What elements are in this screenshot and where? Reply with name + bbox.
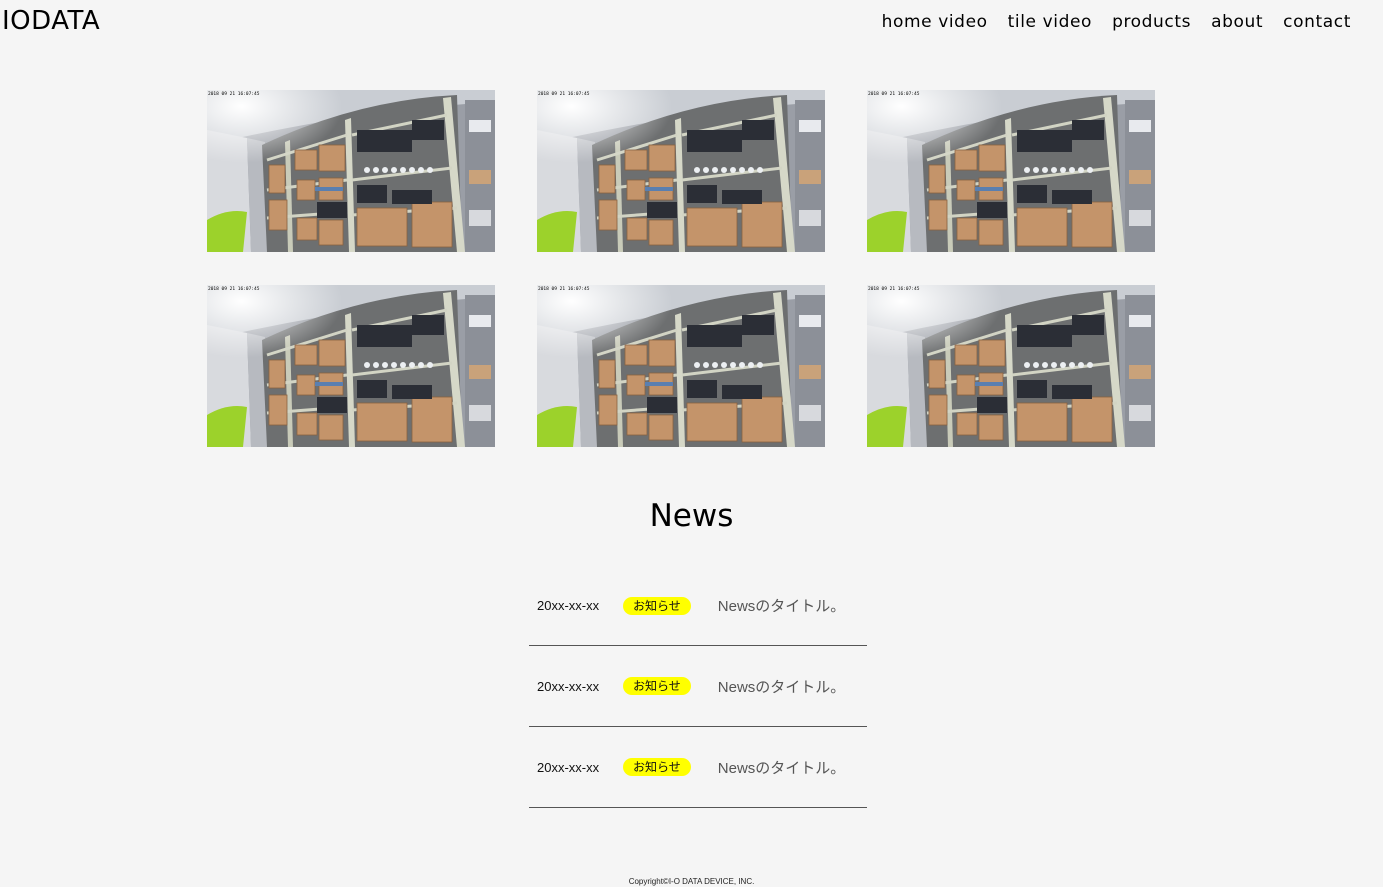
video-tile-grid: 2018 09 21 16:07:45 2018 09 21 16:07:45 … (207, 90, 1155, 447)
nav-home-video[interactable]: home video (882, 12, 988, 32)
camera-frame-image: 2018 09 21 16:07:45 (207, 285, 495, 447)
news-heading: News (649, 498, 734, 534)
camera-frame-image: 2018 09 21 16:07:45 (207, 90, 495, 252)
news-list: 20xx-xx-xx お知らせ Newsのタイトル。 20xx-xx-xx お知… (529, 566, 867, 808)
video-tile[interactable]: 2018 09 21 16:07:45 (207, 285, 495, 447)
camera-timestamp: 2018 09 21 16:07:45 (868, 91, 920, 97)
camera-frame-image: 2018 09 21 16:07:45 (537, 90, 825, 252)
page: IODATA home video tile video products ab… (0, 0, 1383, 887)
nav-about[interactable]: about (1211, 12, 1263, 32)
camera-frame-image: 2018 09 21 16:07:45 (867, 90, 1155, 252)
camera-timestamp: 2018 09 21 16:07:45 (208, 91, 260, 97)
news-item[interactable]: 20xx-xx-xx お知らせ Newsのタイトル。 (529, 566, 867, 646)
news-headline: Newsのタイトル。 (717, 678, 846, 696)
news-headline: Newsのタイトル。 (717, 598, 846, 615)
main-nav: home video tile video products about con… (882, 12, 1351, 32)
news-date: 20xx-xx-xx (537, 678, 600, 694)
camera-timestamp: 2018 09 21 16:07:45 (208, 286, 260, 292)
nav-contact[interactable]: contact (1283, 12, 1351, 32)
site-logo[interactable]: IODATA (2, 6, 100, 36)
news-date: 20xx-xx-xx (537, 759, 600, 775)
video-tile[interactable]: 2018 09 21 16:07:45 (537, 285, 825, 447)
news-date: 20xx-xx-xx (537, 598, 600, 613)
nav-tile-video[interactable]: tile video (1008, 12, 1092, 32)
nav-products[interactable]: products (1112, 12, 1191, 32)
news-tag-badge: お知らせ (623, 758, 691, 776)
camera-frame-image: 2018 09 21 16:07:45 (537, 285, 825, 447)
news-tag-badge: お知らせ (623, 677, 691, 695)
video-tile[interactable]: 2018 09 21 16:07:45 (207, 90, 495, 252)
camera-timestamp: 2018 09 21 16:07:45 (868, 286, 920, 292)
news-item[interactable]: 20xx-xx-xx お知らせ Newsのタイトル。 (529, 646, 867, 727)
news-tag-badge: お知らせ (623, 596, 691, 615)
news-item[interactable]: 20xx-xx-xx お知らせ Newsのタイトル。 (529, 727, 867, 808)
camera-timestamp: 2018 09 21 16:07:45 (538, 286, 590, 292)
camera-frame-image: 2018 09 21 16:07:45 (867, 285, 1155, 447)
video-tile[interactable]: 2018 09 21 16:07:45 (867, 90, 1155, 252)
camera-timestamp: 2018 09 21 16:07:45 (538, 91, 590, 97)
footer-copyright: Copyright©I-O DATA DEVICE, INC. (628, 877, 755, 886)
video-tile[interactable]: 2018 09 21 16:07:45 (867, 285, 1155, 447)
video-tile[interactable]: 2018 09 21 16:07:45 (537, 90, 825, 252)
news-headline: Newsのタイトル。 (717, 759, 846, 777)
